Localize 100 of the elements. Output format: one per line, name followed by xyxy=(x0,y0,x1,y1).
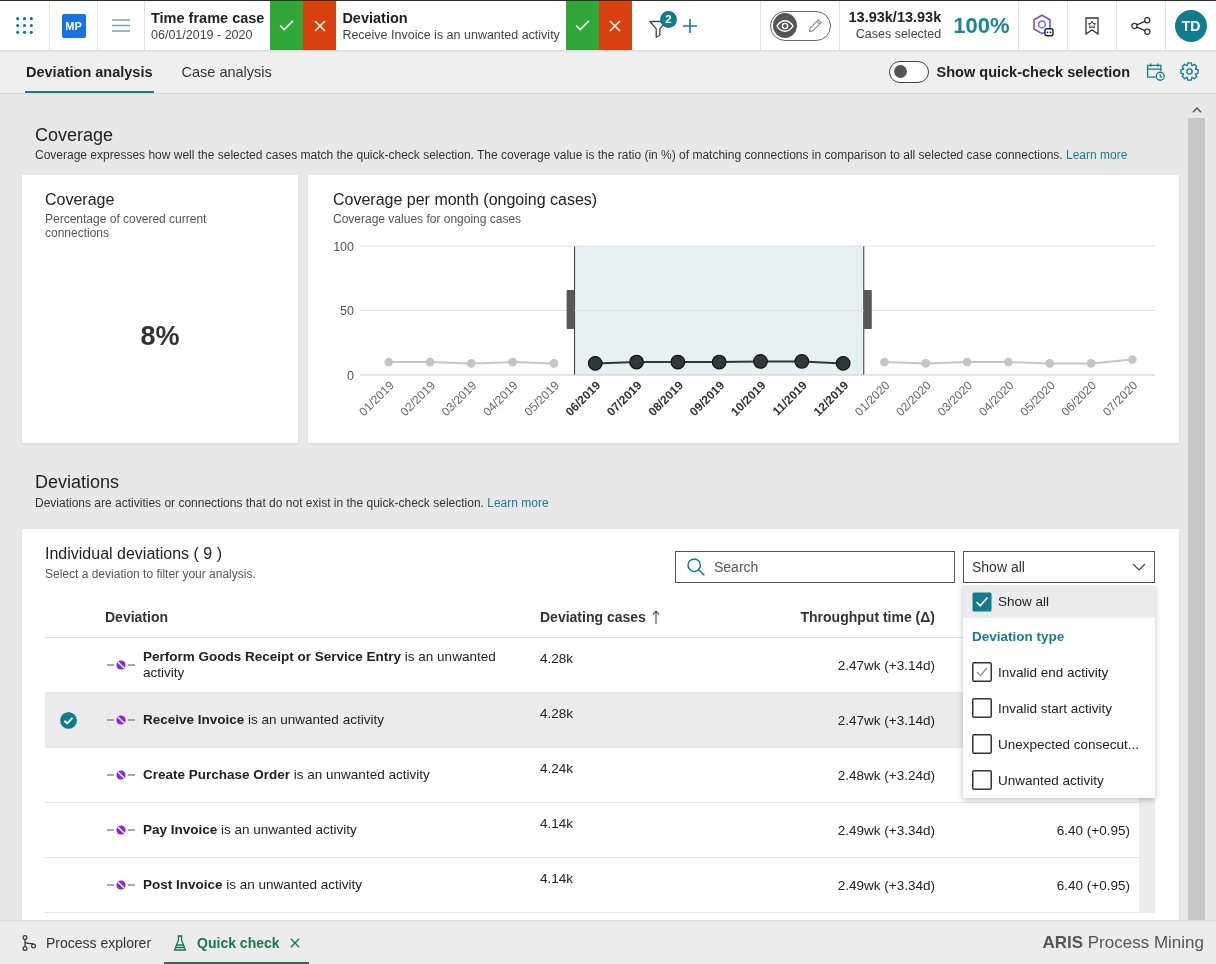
filter-value: 06/01/2019 - 2020 xyxy=(151,26,254,43)
deviation-icon xyxy=(107,660,135,670)
table-row[interactable]: Pay Invoice is an unwanted activity 4.14k 2.49wk (+3.34d) 6.40 (+0.95) xyxy=(45,803,1139,857)
column-header[interactable]: Deviating cases xyxy=(535,608,705,625)
apps-grid-icon[interactable] xyxy=(16,17,33,34)
data-point xyxy=(962,357,972,367)
user-avatar[interactable]: TD xyxy=(1175,9,1207,42)
y-axis-label: 100 xyxy=(333,239,354,254)
cases-percent: 100% xyxy=(953,12,1010,39)
data-point xyxy=(1004,357,1013,367)
filter-title: Time frame case xyxy=(151,8,265,27)
table-cell: 4.28k xyxy=(540,651,574,666)
plus-icon[interactable] xyxy=(682,18,697,33)
table-cell: 2.48wk (+3.24d) xyxy=(837,767,935,783)
remove-filter-button[interactable] xyxy=(598,1,632,50)
section-description: Coverage expresses how well the selected cases match the quick-check selection. The coverage value is the ratio (in %) of matching connections in comparison to all selected case connections. Learn more xyxy=(35,147,1129,163)
range-handle[interactable] xyxy=(863,290,872,329)
bottom-tab[interactable]: Process explorer xyxy=(13,921,161,964)
coverage-value: 8% xyxy=(140,321,180,352)
table-row[interactable]: Create Purchase Order is an unwanted activity 4.24k 2.48wk (+3.24d) xyxy=(45,748,963,802)
data-point xyxy=(794,354,810,369)
checkbox[interactable] xyxy=(972,662,992,682)
check-icon xyxy=(279,20,295,31)
search-icon xyxy=(687,558,705,576)
card-title: Coverage xyxy=(45,190,116,210)
column-header[interactable]: Throughput time (Δ) xyxy=(705,608,943,625)
close-icon[interactable] xyxy=(289,937,300,948)
table-cell: 2.49wk (+3.34d) xyxy=(837,877,935,893)
data-point xyxy=(549,359,559,368)
table-cell: 6.40 (+0.95) xyxy=(1056,877,1130,893)
table-cell: Pay Invoice is an unwanted activity xyxy=(143,822,357,838)
branch-icon xyxy=(22,934,36,951)
filter-title: Deviation xyxy=(342,8,409,27)
menu-icon[interactable] xyxy=(112,19,130,32)
table-cell: Receive Invoice is an unwanted activity xyxy=(143,712,384,728)
menu-option[interactable]: Unwanted activity xyxy=(963,762,1155,798)
bottom-tab[interactable]: Quick check xyxy=(164,921,309,964)
remove-filter-button[interactable] xyxy=(303,1,337,50)
search-field[interactable]: Search xyxy=(675,551,955,583)
table-cell: 2.47wk (+3.14d) xyxy=(837,657,935,673)
data-point xyxy=(508,357,517,367)
checkbox[interactable] xyxy=(972,591,992,612)
table-row[interactable]: Receive Invoice is an unwanted activity 4.28k 2.47wk (+3.14d) xyxy=(45,693,963,747)
bookmark-star-icon[interactable] xyxy=(1085,16,1099,35)
menu-option[interactable]: Unexpected consecut... xyxy=(963,726,1155,762)
apply-filter-button[interactable] xyxy=(565,1,599,50)
menu-option[interactable]: Show all xyxy=(963,585,1155,618)
scroll-up-icon[interactable] xyxy=(1191,107,1202,113)
close-icon xyxy=(609,19,622,32)
checkbox[interactable] xyxy=(972,698,992,718)
menu-option[interactable]: Invalid start activity xyxy=(963,690,1155,726)
card-subtitle: Coverage values for ongoing cases xyxy=(333,212,523,226)
scrollbar-thumb[interactable] xyxy=(1188,118,1205,920)
table-cell-text: Perform Goods Receipt or Service Entry is an unwanted activity xyxy=(143,649,497,681)
checkbox[interactable] xyxy=(972,734,992,754)
card-subtitle: Percentage of covered current connections xyxy=(45,212,208,240)
share-icon[interactable] xyxy=(1131,16,1151,35)
learn-more-link[interactable]: Learn more xyxy=(1066,148,1128,162)
data-point xyxy=(629,354,644,370)
menu-group-heading: Deviation type xyxy=(972,628,1065,644)
data-point xyxy=(1086,359,1096,368)
cases-count: 13.93k/13.93k xyxy=(848,9,942,26)
range-handle[interactable] xyxy=(566,290,575,329)
checkbox[interactable] xyxy=(972,770,992,790)
data-point xyxy=(670,354,686,370)
table-cell: 4.14k xyxy=(540,816,574,831)
data-point xyxy=(835,356,851,371)
table-cell: 6.40 (+0.95) xyxy=(1056,822,1130,838)
data-point xyxy=(1128,355,1137,364)
view-mode-button[interactable] xyxy=(772,13,797,38)
menu-option[interactable]: Invalid end activity xyxy=(963,654,1155,690)
data-point xyxy=(425,357,435,367)
table-row[interactable]: Post Invoice is an unwanted activity 4.14k 2.49wk (+3.34d) 6.40 (+0.95) xyxy=(45,858,1139,912)
hexagon-robot-icon[interactable] xyxy=(1032,14,1054,37)
brand-name: ARIS Process Mining xyxy=(1042,932,1204,953)
section-title: Coverage xyxy=(35,124,115,146)
section-title: Deviations xyxy=(35,471,121,493)
apply-filter-button[interactable] xyxy=(270,1,304,50)
deviation-icon xyxy=(107,770,135,780)
data-point xyxy=(587,356,603,371)
deviation-icon xyxy=(107,825,135,835)
filter-dropdown[interactable]: Show all xyxy=(963,551,1155,583)
section-description: Deviations are activities or connections that do not exist in the quick-check selection. Learn more xyxy=(35,495,550,511)
column-header[interactable]: Deviation xyxy=(105,608,535,625)
card-title: Coverage per month (ongoing cases) xyxy=(333,190,599,210)
table-row[interactable]: Perform Goods Receipt or Service Entry is an unwanted activity 4.28k 2.47wk (+3.14d) xyxy=(45,638,963,692)
data-point xyxy=(880,357,889,367)
flask-icon xyxy=(173,934,188,951)
settings-icon[interactable] xyxy=(1180,62,1199,81)
chevron-down-icon xyxy=(1132,563,1146,571)
table-title: Individual deviations ( 9 ) xyxy=(45,544,223,564)
filter-value: Receive Invoice is an unwanted activity xyxy=(342,26,560,43)
table-cell: 2.47wk (+3.14d) xyxy=(837,712,935,728)
deviation-icon xyxy=(107,880,135,890)
calendar-clock-icon[interactable] xyxy=(1146,62,1165,81)
learn-more-link[interactable]: Learn more xyxy=(487,496,549,510)
y-axis-label: 50 xyxy=(340,304,354,318)
data-point xyxy=(921,359,931,368)
toggle-switch[interactable] xyxy=(888,60,929,83)
tab[interactable]: Case analysis xyxy=(180,50,273,93)
